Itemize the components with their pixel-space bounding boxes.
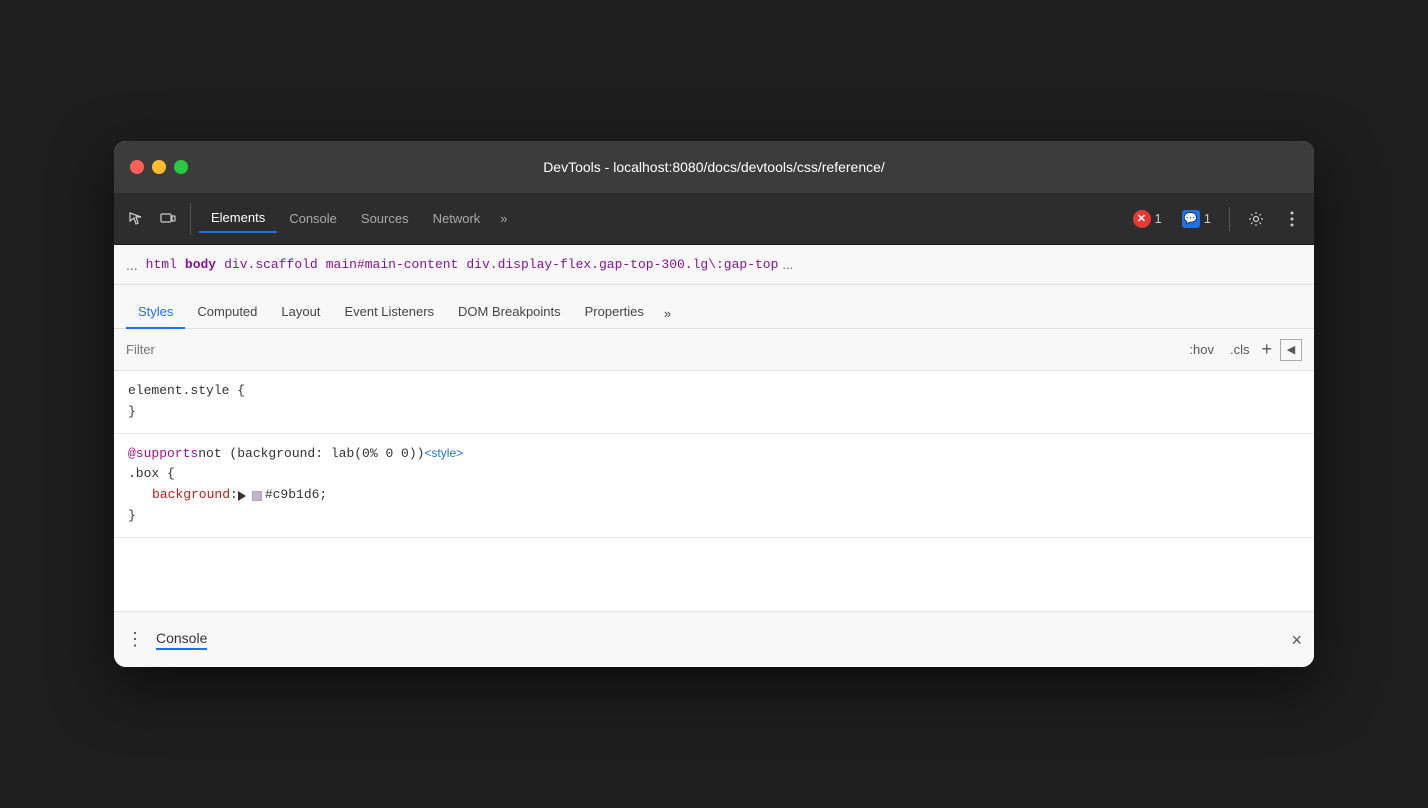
tab-elements[interactable]: Elements	[199, 204, 277, 233]
console-drawer-tab[interactable]: Console	[156, 630, 207, 650]
color-expand-triangle[interactable]	[238, 491, 246, 501]
toggle-sidebar-icon[interactable]: ◀	[1280, 339, 1302, 361]
css-at-value: not (background: lab(0% 0 0))	[198, 444, 424, 465]
filter-input[interactable]	[126, 342, 1185, 357]
supports-at-rule-line: @supports not (background: lab(0% 0 0)) …	[128, 444, 1300, 465]
css-box-selector: .box {	[128, 464, 175, 485]
breadcrumb-dots[interactable]: ...	[126, 257, 138, 273]
filter-bar: :hov .cls + ◀	[114, 329, 1314, 371]
tab-network[interactable]: Network	[421, 205, 493, 232]
panel-icons	[122, 203, 191, 235]
error-icon: ✕	[1133, 210, 1151, 228]
css-element-style-close: }	[128, 402, 1300, 423]
device-icon[interactable]	[154, 205, 182, 233]
info-icon: 💬	[1182, 210, 1200, 228]
css-background-property: background	[152, 485, 230, 506]
css-at-rule: @supports	[128, 444, 198, 465]
styles-tabs-bar: Styles Computed Layout Event Listeners D…	[114, 285, 1314, 329]
panel-right-controls: ✕ 1 💬 1	[1127, 205, 1306, 233]
css-color-value: #c9b1d6;	[265, 485, 327, 506]
minimize-button[interactable]	[152, 160, 166, 174]
error-badge-button[interactable]: ✕ 1	[1127, 206, 1168, 232]
filter-actions: :hov .cls + ◀	[1185, 339, 1302, 361]
tab-console[interactable]: Console	[277, 205, 349, 232]
close-button[interactable]	[130, 160, 144, 174]
maximize-button[interactable]	[174, 160, 188, 174]
css-element-style-selector: element.style {	[128, 381, 245, 402]
css-property-line: background : #c9b1d6;	[128, 485, 1300, 506]
console-close-button[interactable]: ×	[1291, 631, 1302, 649]
css-source-link[interactable]: <style>	[424, 444, 463, 463]
breadcrumb: ... html body div.scaffold main#main-con…	[114, 245, 1314, 285]
supports-close-line: }	[128, 506, 1300, 527]
breadcrumb-end-dots[interactable]: ...	[782, 257, 793, 272]
supports-block: @supports not (background: lab(0% 0 0)) …	[114, 434, 1314, 538]
breadcrumb-html[interactable]: html	[146, 257, 177, 272]
more-options-icon[interactable]	[1278, 205, 1306, 233]
breadcrumb-div-scaffold[interactable]: div.scaffold	[224, 257, 318, 272]
divider	[1229, 207, 1230, 231]
css-panel: element.style { } @supports not (backgro…	[114, 371, 1314, 611]
info-count: 1	[1204, 211, 1211, 226]
css-close-brace: }	[128, 506, 136, 527]
tab-computed[interactable]: Computed	[185, 296, 269, 329]
color-swatch[interactable]	[252, 491, 262, 501]
tab-styles[interactable]: Styles	[126, 296, 185, 329]
hov-button[interactable]: :hov	[1185, 340, 1218, 359]
element-style-block: element.style { }	[114, 371, 1314, 434]
settings-icon[interactable]	[1242, 205, 1270, 233]
breadcrumb-divflex[interactable]: div.display-flex.gap-top-300.lg\:gap-top	[466, 257, 778, 272]
traffic-lights	[130, 160, 188, 174]
css-element-style-open: element.style {	[128, 381, 1300, 402]
title-bar: DevTools - localhost:8080/docs/devtools/…	[114, 141, 1314, 193]
error-count: 1	[1155, 211, 1162, 226]
cls-button[interactable]: .cls	[1226, 340, 1254, 359]
console-drawer-menu[interactable]: ⋮	[126, 629, 144, 650]
css-element-style-brace: }	[128, 402, 136, 423]
tab-event-listeners[interactable]: Event Listeners	[332, 296, 446, 329]
supports-selector-line: .box {	[128, 464, 1300, 485]
breadcrumb-body[interactable]: body	[185, 257, 216, 272]
tab-sources[interactable]: Sources	[349, 205, 421, 232]
console-drawer: ⋮ Console ×	[114, 611, 1314, 667]
tab-more-button[interactable]: »	[492, 205, 515, 232]
add-style-button[interactable]: +	[1261, 339, 1272, 360]
css-colon: :	[230, 485, 238, 506]
info-badge-button[interactable]: 💬 1	[1176, 206, 1217, 232]
devtools-window: DevTools - localhost:8080/docs/devtools/…	[114, 141, 1314, 667]
inspect-icon[interactable]	[122, 205, 150, 233]
tab-properties[interactable]: Properties	[573, 296, 656, 329]
window-title: DevTools - localhost:8080/docs/devtools/…	[543, 159, 885, 175]
tab-layout[interactable]: Layout	[269, 296, 332, 329]
panel-tabs-bar: Elements Console Sources Network » ✕ 1 💬…	[114, 193, 1314, 245]
styles-tab-more-button[interactable]: »	[656, 298, 679, 329]
breadcrumb-main[interactable]: main#main-content	[326, 257, 459, 272]
tab-dom-breakpoints[interactable]: DOM Breakpoints	[446, 296, 573, 329]
